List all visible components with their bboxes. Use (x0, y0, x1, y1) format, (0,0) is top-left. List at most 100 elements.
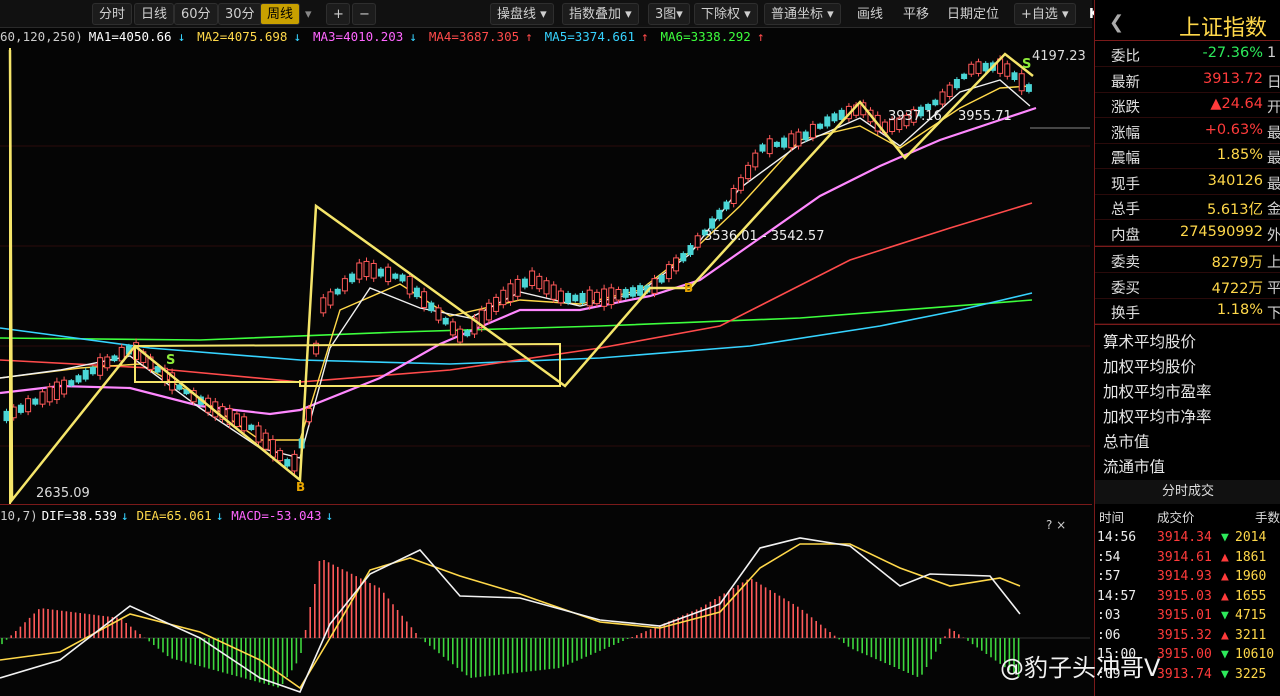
stat-item[interactable]: 算术平均股价 (1103, 330, 1196, 352)
tick-direction-icon: ▼ (1221, 608, 1229, 623)
candle-body (831, 113, 838, 122)
quote-row: 委买 4722万平 (1095, 274, 1280, 299)
candle-body (435, 307, 442, 321)
ma6-value: MA6=3338.292 (660, 29, 751, 44)
tick-volume: 4715 (1235, 608, 1267, 623)
sell-marker-2: S (1022, 57, 1031, 72)
candle-body (500, 289, 507, 306)
zoom-in-button[interactable]: + (326, 3, 350, 25)
candlestick-chart[interactable]: 4197.23 2635.09 3937.16 3955.71 3536.01 … (0, 48, 1090, 504)
tick-direction-icon: ▲ (1221, 588, 1229, 604)
index-title: 上证指数 (1179, 16, 1268, 41)
macd-arrow: ↓ (325, 508, 334, 523)
macd-chart[interactable] (0, 528, 1090, 696)
tab-30min[interactable]: 30分 (218, 3, 262, 25)
candle-body (61, 379, 68, 395)
candle-body (946, 84, 953, 98)
tick-volume: 1861 (1235, 549, 1267, 565)
candle-body (176, 384, 183, 390)
menu-three-charts[interactable]: 3图▾ (648, 3, 690, 25)
candle-body (536, 275, 543, 290)
candle-body (723, 201, 730, 210)
candle-body (334, 288, 341, 295)
dea-arrow: ↓ (215, 508, 224, 523)
candle-body (421, 291, 428, 308)
candle-body (406, 275, 413, 295)
sell-marker-1: S (166, 353, 175, 368)
quote-extra: 金 (1267, 202, 1280, 218)
tick-price: 3914.61 (1157, 549, 1212, 565)
candle-body (665, 264, 672, 280)
tick-direction-icon: ▲ (1221, 569, 1229, 584)
level-label-2: 3955.71 (958, 109, 1012, 124)
candle-body (493, 296, 500, 312)
quote-label: 委比 (1111, 49, 1140, 65)
candle-body (53, 381, 60, 401)
tab-weekly[interactable]: 周线 (260, 3, 301, 25)
tab-intraday[interactable]: 分时 (92, 3, 133, 25)
candle-body (730, 187, 737, 205)
tick-direction-icon: ▲ (1221, 627, 1229, 643)
candle-body (557, 290, 564, 304)
period-dropdown-icon[interactable]: ▾ (298, 3, 319, 25)
stat-item[interactable]: 加权平均股价 (1103, 355, 1196, 377)
ma1-arrow: ↓ (177, 29, 186, 44)
candle-body (363, 260, 370, 278)
candle-body (766, 138, 773, 155)
panel-divider (0, 504, 1092, 505)
quote-label: 换手 (1111, 306, 1140, 322)
quote-extra: 外 (1267, 227, 1280, 244)
tab-60min[interactable]: 60分 (174, 3, 218, 25)
menu-trading-line[interactable]: 操盘线 ▾ (490, 3, 554, 25)
quote-extra: 开 (1267, 100, 1280, 116)
quote-value: 1.18% (1216, 302, 1263, 318)
tick-volume: 3225 (1235, 666, 1267, 682)
buy-marker-2: B (684, 281, 693, 295)
tick-volume: 1655 (1235, 588, 1267, 604)
candle-body (514, 278, 521, 297)
quote-value: 8279万 (1211, 255, 1263, 271)
draw-line-button[interactable]: 画线 (850, 3, 890, 25)
stat-item[interactable]: 加权平均市盈率 (1103, 380, 1212, 402)
stat-item[interactable]: 总市值 (1103, 430, 1150, 452)
tab-daily[interactable]: 日线 (134, 3, 175, 25)
menu-ex-rights[interactable]: 下除权 ▾ (694, 3, 758, 25)
tick-title: 分时成交 (1095, 480, 1280, 504)
candle-body (277, 450, 284, 462)
candle-body (737, 177, 744, 191)
candle-body (46, 386, 53, 403)
tick-price: 3914.93 (1157, 569, 1212, 584)
stat-item[interactable]: 加权平均市净率 (1103, 405, 1212, 427)
tick-volume: 10610 (1235, 647, 1275, 662)
candle-body (781, 137, 788, 148)
back-arrow-icon[interactable]: ❮ (1109, 12, 1124, 33)
candle-body (961, 73, 968, 80)
candle-body (529, 270, 536, 287)
candle-body (392, 273, 399, 279)
stat-item[interactable]: 流通市值 (1103, 455, 1165, 477)
candle-body (817, 123, 824, 129)
date-locate-button[interactable]: 日期定位 (940, 3, 1006, 25)
candle-body (687, 245, 694, 255)
zoom-out-button[interactable]: − (352, 3, 376, 25)
tick-volume: 1960 (1235, 569, 1267, 584)
quote-row: 现手 340126 最 (1095, 170, 1280, 195)
tick-row: :54 3914.61 ▲ 1861 (1095, 550, 1280, 570)
quote-label: 最新 (1111, 74, 1140, 91)
candle-body (104, 356, 111, 369)
candle-body (932, 99, 939, 106)
level-label-1: 3937.16 (888, 109, 942, 124)
candle-body (586, 289, 593, 307)
quote-extra: 下 (1267, 306, 1280, 322)
candle-body (97, 357, 104, 376)
ma5-arrow: ↑ (640, 29, 649, 44)
candle-body (673, 257, 680, 272)
pan-button[interactable]: 平移 (896, 3, 936, 25)
menu-index-overlay[interactable]: 指数叠加 ▾ (562, 3, 639, 25)
watchlist-menu[interactable]: +自选 ▾ (1014, 3, 1076, 25)
candle-body (601, 288, 608, 307)
menu-coordinate[interactable]: 普通坐标 ▾ (764, 3, 841, 25)
quote-value: -27.36% (1202, 45, 1263, 61)
candle-body (485, 302, 492, 321)
candle-body (284, 459, 291, 467)
